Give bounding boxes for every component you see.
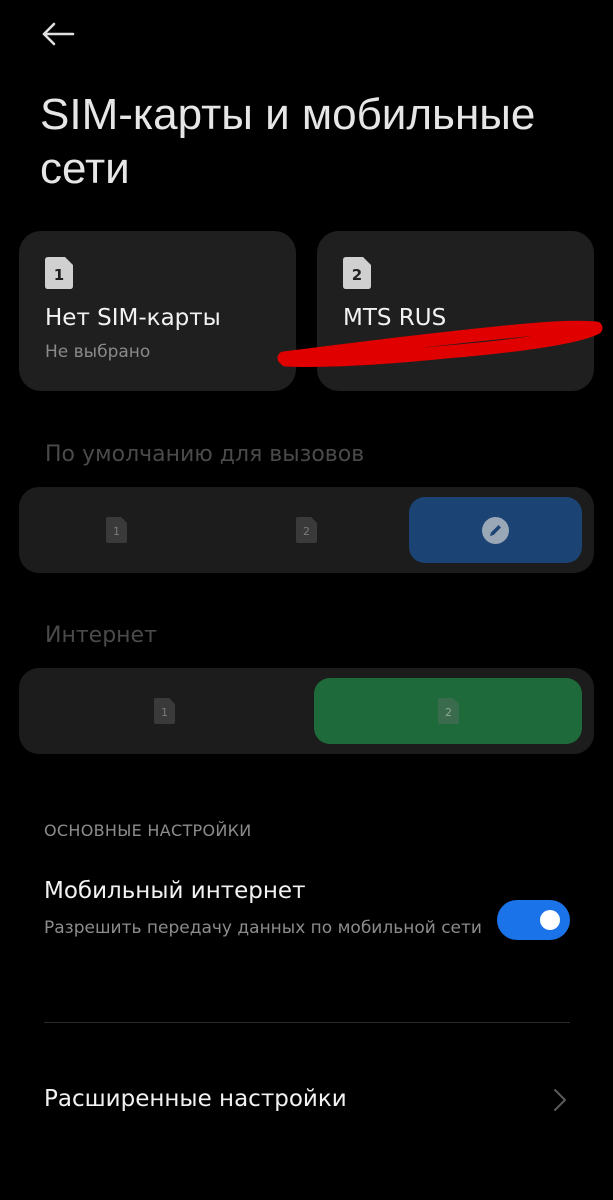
basic-settings-header: ОСНОВНЫЕ НАСТРОЙКИ xyxy=(44,821,252,840)
internet-option-sim-1[interactable]: 1 xyxy=(29,678,299,744)
sim-card-2[interactable]: 2 MTS RUS xyxy=(317,231,594,391)
mobile-internet-toggle[interactable] xyxy=(497,900,570,940)
page-title: SIM-карты и мобильные сети xyxy=(40,90,536,193)
divider xyxy=(44,1022,570,1023)
sim-2-icon: 2 xyxy=(296,517,317,543)
internet-sim-1-number: 1 xyxy=(161,706,168,719)
toggle-knob xyxy=(540,910,560,930)
sim-1-name: Нет SIM-карты xyxy=(45,305,221,331)
pencil-icon xyxy=(482,516,509,544)
calls-option-sim-2[interactable]: 2 xyxy=(219,497,394,563)
sim-2-icon: 2 xyxy=(437,698,459,724)
advanced-settings-label: Расширенные настройки xyxy=(44,1086,347,1112)
sim-1-slot-number: 1 xyxy=(54,266,64,284)
mobile-internet-title: Мобильный интернет xyxy=(44,878,306,904)
sim-1-icon: 1 xyxy=(153,698,175,724)
calls-option-ask[interactable] xyxy=(409,497,582,563)
calls-sim-1-number: 1 xyxy=(113,525,120,538)
sim-2-slot-number: 2 xyxy=(352,266,362,284)
calls-selector: 1 2 xyxy=(19,487,594,573)
chevron-right-icon xyxy=(554,1089,566,1111)
back-arrow-icon xyxy=(42,22,75,46)
calls-sim-2-number: 2 xyxy=(303,525,310,538)
internet-sim-2-number: 2 xyxy=(445,706,452,719)
internet-label: Интернет xyxy=(45,623,157,648)
sim-1-icon: 1 xyxy=(45,257,73,289)
calls-option-sim-1[interactable]: 1 xyxy=(29,497,204,563)
sim-1-status: Не выбрано xyxy=(45,342,151,362)
internet-selector: 1 2 xyxy=(19,668,594,754)
advanced-settings-row[interactable]: Расширенные настройки xyxy=(0,1060,613,1144)
calls-label: По умолчанию для вызовов xyxy=(45,442,365,467)
sim-2-icon: 2 xyxy=(343,257,371,289)
mobile-internet-subtitle: Разрешить передачу данных по мобильной с… xyxy=(44,918,482,938)
internet-option-sim-2[interactable]: 2 xyxy=(314,678,582,744)
sim-card-1[interactable]: 1 Нет SIM-карты Не выбрано xyxy=(19,231,296,391)
sim-1-icon: 1 xyxy=(106,517,127,543)
sim-2-name: MTS RUS xyxy=(343,305,447,331)
back-button[interactable] xyxy=(36,14,80,54)
